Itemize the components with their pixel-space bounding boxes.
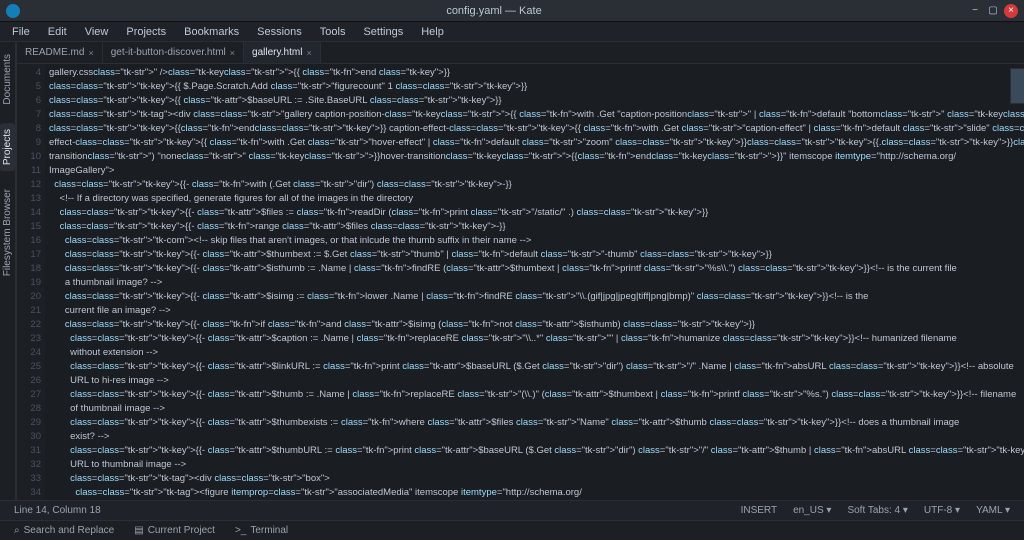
- bottom-toolview-bar: ⌕Search and Replace ▤Current Project >_Ter…: [0, 520, 1024, 540]
- tab-icon: ▤: [134, 525, 143, 536]
- titlebar: config.yaml — Kate − ▢ ×: [0, 0, 1024, 22]
- menu-view[interactable]: View: [77, 24, 117, 40]
- cursor-position[interactable]: Line 14, Column 18: [6, 505, 109, 516]
- menubar: FileEditViewProjectsBookmarksSessionsToo…: [0, 22, 1024, 42]
- editor-pane-left: README.md×get-it-button-discover.html×ga…: [17, 42, 1024, 500]
- tab-close-icon[interactable]: ×: [88, 48, 93, 58]
- menu-settings[interactable]: Settings: [355, 24, 411, 40]
- rail-tab-projects[interactable]: Projects: [0, 123, 15, 171]
- locale-selector[interactable]: en_US ▾: [785, 505, 839, 516]
- minimize-button[interactable]: −: [968, 4, 982, 18]
- tab[interactable]: README.md×: [17, 42, 103, 63]
- editor-mode[interactable]: INSERT: [733, 505, 786, 516]
- app-icon: [6, 4, 20, 18]
- bottom-tab-current-project[interactable]: ▤Current Project: [126, 523, 223, 538]
- tabbar-left: README.md×get-it-button-discover.html×ga…: [17, 42, 1024, 64]
- menu-sessions[interactable]: Sessions: [249, 24, 310, 40]
- encoding-selector[interactable]: UTF-8 ▾: [916, 505, 968, 516]
- menu-help[interactable]: Help: [413, 24, 452, 40]
- tab[interactable]: gallery.html×: [244, 42, 321, 63]
- menu-projects[interactable]: Projects: [118, 24, 174, 40]
- bottom-tab-terminal[interactable]: >_Terminal: [227, 523, 296, 538]
- window-title: config.yaml — Kate: [20, 5, 968, 17]
- tab-close-icon[interactable]: ×: [230, 48, 235, 58]
- tab-icon: >_: [235, 525, 246, 536]
- editor-left[interactable]: 4567891011121314151617181920212223242526…: [17, 64, 1024, 500]
- tab[interactable]: get-it-button-discover.html×: [103, 42, 244, 63]
- left-toolview-rail: Documents Projects Filesystem Browser: [0, 42, 16, 500]
- statusbar: Line 14, Column 18 INSERT en_US ▾ Soft T…: [0, 500, 1024, 520]
- preview-thumbnail: [1010, 68, 1024, 104]
- tab-icon: ⌕: [14, 525, 20, 536]
- close-button[interactable]: ×: [1004, 4, 1018, 18]
- rail-tab-documents[interactable]: Documents: [0, 48, 15, 111]
- tabs-selector[interactable]: Soft Tabs: 4 ▾: [839, 505, 915, 516]
- menu-bookmarks[interactable]: Bookmarks: [176, 24, 247, 40]
- filetype-selector[interactable]: YAML ▾: [968, 505, 1018, 516]
- rail-tab-filesystem-browser[interactable]: Filesystem Browser: [0, 183, 15, 282]
- menu-file[interactable]: File: [4, 24, 38, 40]
- tab-close-icon[interactable]: ×: [306, 48, 311, 58]
- menu-edit[interactable]: Edit: [40, 24, 75, 40]
- bottom-tab-search-and-replace[interactable]: ⌕Search and Replace: [6, 523, 122, 538]
- maximize-button[interactable]: ▢: [986, 4, 1000, 18]
- menu-tools[interactable]: Tools: [312, 24, 354, 40]
